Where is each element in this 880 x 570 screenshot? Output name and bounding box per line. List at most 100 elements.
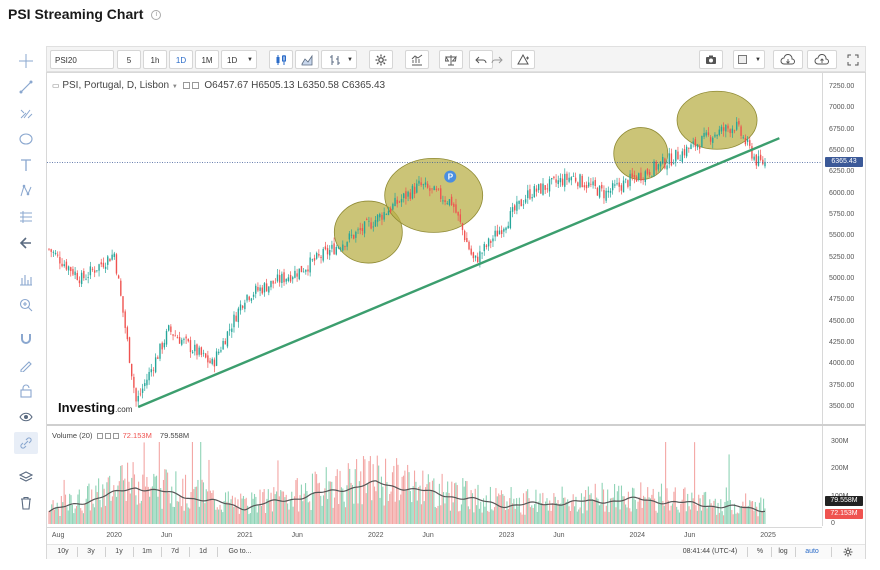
volume-pane[interactable] bbox=[47, 426, 822, 526]
chart-legend: ▭ PSI, Portugal, D, Lisbon ▼ O6457.67 H6… bbox=[52, 80, 385, 91]
price-axis[interactable]: 7250.00 7000.00 6750.00 6500.00 6250.00 6000.… bbox=[822, 73, 865, 424]
event-marker-icon[interactable]: P bbox=[444, 170, 457, 183]
range-1m[interactable]: 1m bbox=[137, 546, 157, 558]
price-axis-label: 5500.00 bbox=[829, 232, 855, 240]
interval-1h[interactable]: 1h bbox=[143, 50, 167, 69]
range-10y[interactable]: 10y bbox=[53, 546, 73, 558]
volume-legend: Volume (20) 72.153M 79.558M bbox=[52, 431, 189, 440]
price-pane[interactable]: P bbox=[47, 73, 822, 424]
legend-high: H6505.13 bbox=[251, 80, 295, 91]
legend-hide-icon[interactable] bbox=[191, 81, 199, 89]
time-axis-label: Jun bbox=[422, 532, 434, 539]
time-axis[interactable]: Aug 2020 Jun 2021 Jun 2022 Jun 2023 Jun 2024 Jun 20… bbox=[47, 527, 822, 544]
time-axis-label: 2024 bbox=[629, 532, 646, 539]
volume-axis[interactable]: 300M200M100M079.558M72.153M bbox=[822, 426, 865, 527]
pitchfork-icon[interactable] bbox=[14, 102, 38, 124]
highlight-ellipse[interactable] bbox=[384, 157, 484, 233]
interval-dropdown[interactable]: 1D ▼ bbox=[221, 50, 257, 69]
magnet-icon[interactable] bbox=[14, 328, 38, 350]
lock-icon[interactable] bbox=[14, 380, 38, 402]
indicators-icon[interactable] bbox=[405, 50, 429, 69]
legend-close: C6365.43 bbox=[341, 80, 386, 91]
bar-style-dropdown[interactable]: ▼ bbox=[321, 50, 357, 69]
price-axis-label: 7000.00 bbox=[829, 104, 855, 112]
volume-axis-label: 200M bbox=[831, 465, 849, 473]
text-tool-icon[interactable] bbox=[14, 154, 38, 176]
range-7d[interactable]: 7d bbox=[165, 546, 185, 558]
layout-icon bbox=[738, 55, 747, 64]
legend-symbol: PSI, Portugal, D, Lisbon bbox=[62, 80, 170, 91]
time-axis-label: 2023 bbox=[498, 532, 515, 539]
gear-icon[interactable] bbox=[369, 50, 393, 69]
log-toggle[interactable]: log bbox=[775, 546, 791, 558]
logo-main: Investing bbox=[58, 400, 116, 415]
eye-icon[interactable] bbox=[14, 406, 38, 428]
price-axis-label: 5750.00 bbox=[829, 211, 855, 218]
percent-toggle[interactable]: % bbox=[753, 546, 767, 558]
goto-button[interactable]: Go to... bbox=[223, 546, 257, 558]
layout-dropdown[interactable]: ▼ bbox=[733, 50, 765, 69]
price-axis-label: 3750.00 bbox=[829, 381, 855, 389]
interval-1d[interactable]: 1D bbox=[169, 50, 193, 69]
volume-axis-label: 300M bbox=[831, 438, 849, 445]
range-1y[interactable]: 1y bbox=[109, 546, 129, 558]
legend-collapse-icon[interactable]: ▭ bbox=[52, 81, 60, 90]
price-axis-label: 6000.00 bbox=[829, 189, 855, 197]
candle-style-icon[interactable] bbox=[269, 50, 293, 69]
layers-icon[interactable] bbox=[14, 466, 38, 488]
auto-toggle[interactable]: auto bbox=[801, 546, 823, 558]
link-icon[interactable] bbox=[14, 432, 38, 454]
redo-icon[interactable] bbox=[487, 50, 507, 69]
camera-icon[interactable] bbox=[699, 50, 723, 69]
legend-settings-icon[interactable] bbox=[182, 81, 190, 89]
arrow-left-icon[interactable] bbox=[14, 232, 38, 254]
current-price-tag: 6365.43 bbox=[825, 157, 863, 168]
volume-legend-ma-value: 79.558M bbox=[159, 431, 190, 440]
trendline-tool-icon[interactable] bbox=[14, 76, 38, 98]
range-1d[interactable]: 1d bbox=[193, 546, 213, 558]
chevron-down-icon[interactable]: ▼ bbox=[172, 84, 178, 90]
legend-low: L6350.58 bbox=[297, 80, 339, 91]
page-title-text: PSI Streaming Chart bbox=[8, 6, 144, 22]
chart-toolbar: PSI20 5 1h 1D 1M 1D ▼ ▼ ▼ bbox=[46, 46, 866, 72]
zoom-icon[interactable] bbox=[14, 294, 38, 316]
time-axis-label: 2025 bbox=[760, 532, 776, 539]
cloud-load-icon[interactable] bbox=[773, 50, 803, 69]
volume-legend-label: Volume (20) bbox=[52, 431, 93, 440]
gear-icon[interactable] bbox=[841, 546, 855, 558]
interval-5[interactable]: 5 bbox=[117, 50, 141, 69]
volume-hide-icon[interactable] bbox=[104, 433, 111, 440]
range-3y[interactable]: 3y bbox=[81, 546, 101, 558]
time-axis-label: Aug bbox=[51, 532, 65, 539]
price-chart: P bbox=[47, 90, 822, 409]
stay-drawing-icon[interactable] bbox=[14, 354, 38, 376]
price-axis-label: 4750.00 bbox=[829, 296, 855, 304]
symbol-input[interactable]: PSI20 bbox=[50, 50, 114, 69]
drawing-toolbar bbox=[10, 48, 42, 518]
price-axis-label: 5000.00 bbox=[829, 275, 855, 282]
svg-text:P: P bbox=[448, 173, 454, 182]
ellipse-tool-icon[interactable] bbox=[14, 128, 38, 150]
info-icon[interactable]: i bbox=[151, 10, 162, 21]
investing-logo: Investing.com bbox=[58, 400, 132, 415]
time-axis-label: Jun bbox=[553, 532, 565, 539]
alert-icon[interactable] bbox=[511, 50, 535, 69]
compare-icon[interactable] bbox=[439, 50, 463, 69]
price-axis-label: 3500.00 bbox=[829, 403, 855, 410]
volume-settings-icon[interactable] bbox=[96, 433, 103, 440]
price-axis-label: 6750.00 bbox=[829, 125, 855, 133]
trash-icon[interactable] bbox=[14, 492, 38, 514]
time-axis-label: Jun bbox=[160, 532, 173, 539]
cloud-save-icon[interactable] bbox=[807, 50, 837, 69]
pattern-tool-icon[interactable] bbox=[14, 180, 38, 202]
volume-bars bbox=[48, 442, 766, 524]
crosshair-icon[interactable] bbox=[14, 50, 38, 72]
ruler-icon[interactable] bbox=[14, 268, 38, 290]
interval-1m[interactable]: 1M bbox=[195, 50, 219, 69]
time-axis-label: Jun bbox=[683, 532, 696, 539]
volume-close-icon[interactable] bbox=[112, 433, 119, 440]
fullscreen-icon[interactable] bbox=[843, 50, 863, 69]
fib-tool-icon[interactable] bbox=[14, 206, 38, 228]
area-style-icon[interactable] bbox=[295, 50, 319, 69]
time-axis-label: 2022 bbox=[367, 532, 384, 539]
